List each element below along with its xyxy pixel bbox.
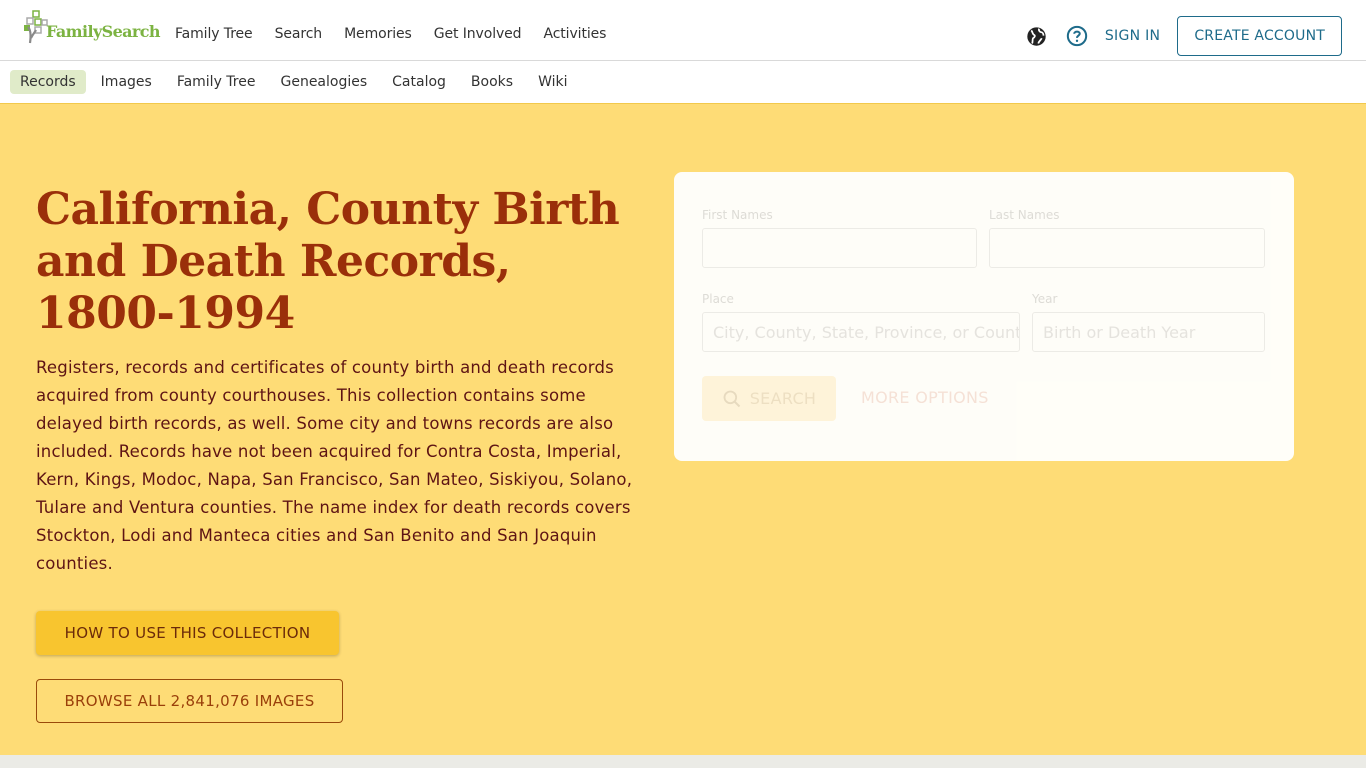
search-button-label: SEARCH (749, 389, 817, 408)
search-form-card: First Names Last Names Place City, Count… (674, 172, 1294, 461)
subnav-genealogies[interactable]: Genealogies (270, 70, 377, 94)
nav-family-tree[interactable]: Family Tree (175, 26, 253, 42)
globe-icon (1027, 26, 1047, 46)
search-subnav: Records Images Family Tree Genealogies C… (0, 61, 1366, 104)
year-input[interactable]: Birth or Death Year (1032, 312, 1265, 352)
help-button[interactable] (1065, 24, 1089, 48)
logo-text: FamilySearch (46, 22, 161, 41)
collection-title: California, County Birth and Death Recor… (36, 184, 620, 339)
subnav-catalog[interactable]: Catalog (382, 70, 456, 94)
collection-hero: California, County Birth and Death Recor… (0, 104, 1366, 755)
nav-activities[interactable]: Activities (543, 26, 606, 42)
year-label: Year (1032, 292, 1058, 306)
language-button[interactable] (1025, 24, 1049, 48)
browse-images-button[interactable]: BROWSE ALL 2,841,076 IMAGES (36, 679, 343, 723)
top-header: FamilySearch Family Tree Search Memories… (0, 0, 1366, 61)
create-account-button[interactable]: CREATE ACCOUNT (1177, 16, 1342, 56)
place-label: Place (702, 292, 734, 306)
main-nav: Family Tree Search Memories Get Involved… (175, 26, 628, 42)
nav-memories[interactable]: Memories (344, 26, 412, 42)
place-input[interactable]: City, County, State, Province, or Countr… (702, 312, 1020, 352)
first-names-input[interactable] (702, 228, 977, 268)
search-button[interactable]: SEARCH (702, 376, 836, 421)
subnav-wiki[interactable]: Wiki (528, 70, 577, 94)
sign-in-link[interactable]: SIGN IN (1105, 28, 1161, 44)
last-names-label: Last Names (989, 208, 1060, 222)
subnav-images[interactable]: Images (91, 70, 162, 94)
tree-logo-icon (24, 10, 48, 44)
subnav-family-tree[interactable]: Family Tree (167, 70, 266, 94)
page-footer-edge (0, 755, 1366, 768)
account-nav: SIGN IN CREATE ACCOUNT (1025, 16, 1342, 56)
search-icon (723, 390, 740, 407)
first-names-label: First Names (702, 208, 773, 222)
subnav-books[interactable]: Books (461, 70, 523, 94)
nav-search[interactable]: Search (275, 26, 323, 42)
nav-get-involved[interactable]: Get Involved (434, 26, 522, 42)
question-circle-icon (1066, 25, 1088, 47)
how-to-use-button[interactable]: HOW TO USE THIS COLLECTION (36, 611, 339, 655)
collection-description: Registers, records and certificates of c… (36, 358, 633, 573)
more-options-link[interactable]: MORE OPTIONS (861, 388, 989, 407)
familysearch-logo[interactable]: FamilySearch (22, 10, 161, 44)
last-names-input[interactable] (989, 228, 1265, 268)
subnav-records[interactable]: Records (10, 70, 86, 94)
